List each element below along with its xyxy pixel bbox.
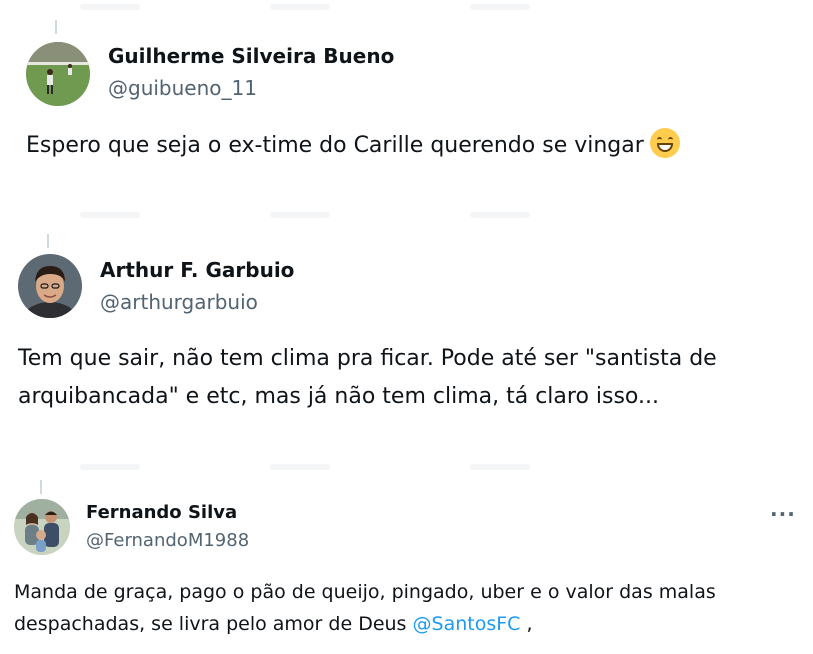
- ghost-action-bar: [270, 212, 330, 218]
- mention-link[interactable]: @SantosFC: [413, 613, 521, 635]
- tweet-thread: Guilherme Silveira Bueno @guibueno_11 Es…: [0, 0, 813, 654]
- tweet-text-line: despachadas, se livra pelo amor de Deus …: [14, 608, 716, 640]
- avatar-photo-soccer: [26, 42, 90, 106]
- ghost-action-bar: [470, 464, 530, 470]
- ghost-action-bar: [270, 464, 330, 470]
- more-options-icon[interactable]: ···: [770, 504, 796, 524]
- tweet-text: Manda de graça, pago o pão de queijo, pi…: [14, 576, 716, 640]
- tweet-3[interactable]: Fernando Silva @FernandoM1988 ··· Manda …: [0, 450, 813, 654]
- tweet-text: Tem que sair, não tem clima pra ficar. P…: [18, 340, 717, 416]
- ghost-action-bar: [80, 4, 140, 10]
- tweet-2[interactable]: Arthur F. Garbuio @arthurgarbuio Tem que…: [0, 200, 813, 450]
- tweet-text: Espero que seja o ex-time do Carille que…: [26, 128, 680, 163]
- display-name[interactable]: Fernando Silva: [86, 502, 237, 523]
- tweet-text-line: arquibancada" e etc, mas já não tem clim…: [18, 384, 659, 409]
- ghost-action-bar: [470, 212, 530, 218]
- ghost-action-bar: [470, 4, 530, 10]
- ghost-action-bar: [270, 4, 330, 10]
- avatar[interactable]: [14, 499, 70, 555]
- tweet-text-segment: ,: [526, 613, 533, 635]
- avatar-photo-family: [14, 499, 70, 555]
- grinning-face-emoji-icon: [649, 128, 680, 158]
- avatar[interactable]: [26, 42, 90, 106]
- avatar[interactable]: [18, 254, 82, 318]
- tweet-1[interactable]: Guilherme Silveira Bueno @guibueno_11 Es…: [0, 0, 813, 200]
- user-handle[interactable]: @guibueno_11: [108, 76, 257, 100]
- tweet-text-content: Espero que seja o ex-time do Carille que…: [26, 133, 644, 158]
- tweet-text-line: Tem que sair, não tem clima pra ficar. P…: [18, 346, 717, 371]
- thread-connector: [55, 20, 57, 34]
- tweet-text-line: Manda de graça, pago o pão de queijo, pi…: [14, 581, 716, 603]
- avatar-photo-portrait: [18, 254, 82, 318]
- ghost-action-bar: [80, 212, 140, 218]
- user-handle[interactable]: @arthurgarbuio: [100, 290, 258, 314]
- thread-connector: [47, 234, 49, 248]
- thread-connector: [40, 480, 42, 494]
- display-name[interactable]: Arthur F. Garbuio: [100, 258, 294, 282]
- tweet-text-segment: despachadas, se livra pelo amor de Deus: [14, 613, 407, 635]
- display-name[interactable]: Guilherme Silveira Bueno: [108, 44, 394, 68]
- ghost-action-bar: [80, 464, 140, 470]
- user-handle[interactable]: @FernandoM1988: [86, 530, 249, 551]
